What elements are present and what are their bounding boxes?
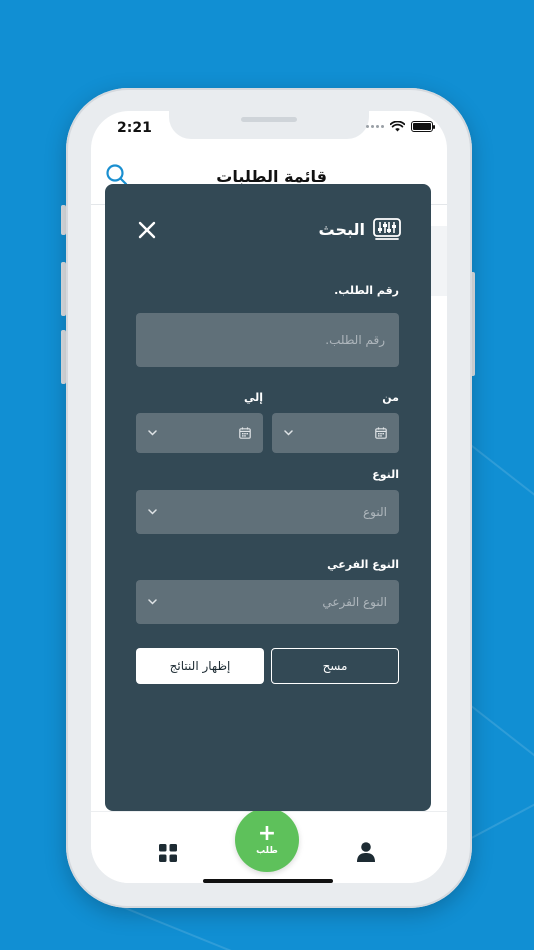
chevron-down-icon	[148, 599, 157, 605]
date-from-label: من	[382, 391, 399, 404]
clear-button[interactable]: مسح	[271, 648, 399, 684]
order-number-input[interactable]	[136, 313, 399, 367]
background-line	[119, 905, 269, 950]
status-icons	[366, 121, 435, 132]
grid-icon[interactable]	[159, 844, 177, 862]
date-to-label: إلي	[243, 391, 263, 404]
signal-icon	[366, 125, 384, 128]
search-modal: البحث رقم الطلب. من إلي	[105, 184, 431, 811]
home-indicator	[203, 879, 333, 883]
subtype-select[interactable]: النوع الفرعي	[136, 580, 399, 624]
order-number-label: رقم الطلب.	[334, 284, 399, 297]
user-icon[interactable]	[357, 842, 375, 862]
date-from-picker[interactable]	[272, 413, 399, 453]
modal-title: البحث	[318, 219, 366, 239]
show-results-button[interactable]: إظهار النتائج	[136, 648, 264, 684]
subtype-placeholder: النوع الفرعي	[322, 595, 387, 609]
close-icon[interactable]	[137, 220, 157, 240]
list-edge	[431, 226, 447, 296]
app-header: قائمة الطلبات	[91, 151, 447, 187]
subtype-label: النوع الفرعي	[327, 558, 399, 571]
chevron-down-icon	[148, 509, 157, 515]
date-to-picker[interactable]	[136, 413, 263, 453]
wifi-icon	[390, 121, 405, 132]
type-label: النوع	[372, 468, 399, 481]
bottom-tab-bar: + طلب	[91, 808, 447, 883]
speaker	[241, 117, 297, 122]
new-order-button[interactable]: + طلب	[235, 808, 299, 872]
chevron-down-icon	[284, 430, 293, 436]
sliders-icon	[373, 218, 401, 240]
new-order-label: طلب	[256, 846, 278, 856]
status-time: 2:21	[117, 120, 152, 136]
chevron-down-icon	[148, 430, 157, 436]
plus-icon: +	[257, 821, 277, 846]
calendar-icon	[375, 427, 387, 439]
type-select[interactable]: النوع	[136, 490, 399, 534]
notch	[169, 111, 369, 139]
calendar-icon	[239, 427, 251, 439]
battery-icon	[411, 121, 435, 132]
type-placeholder: النوع	[363, 505, 387, 519]
modal-header: البحث	[319, 218, 402, 240]
